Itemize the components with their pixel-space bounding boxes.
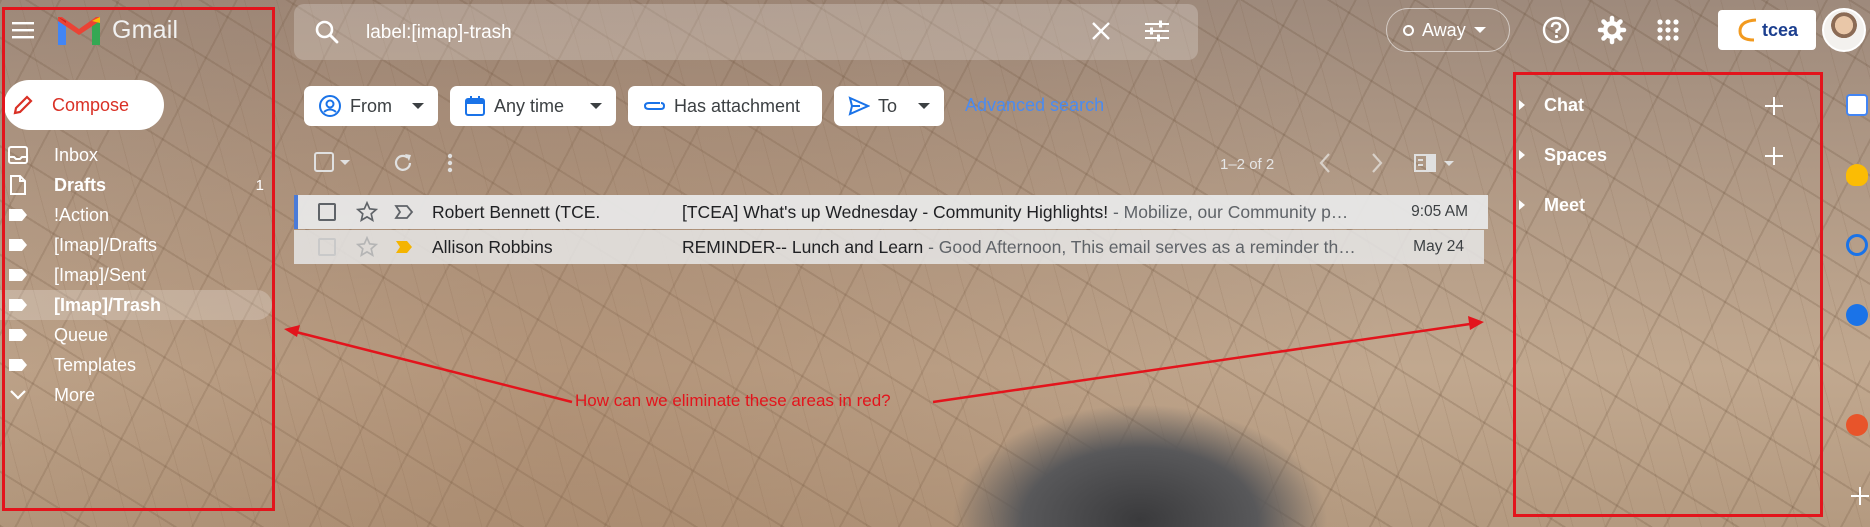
annotation-note: How can we eliminate these areas in red? xyxy=(575,391,891,410)
annotation-arrows xyxy=(284,316,1484,404)
